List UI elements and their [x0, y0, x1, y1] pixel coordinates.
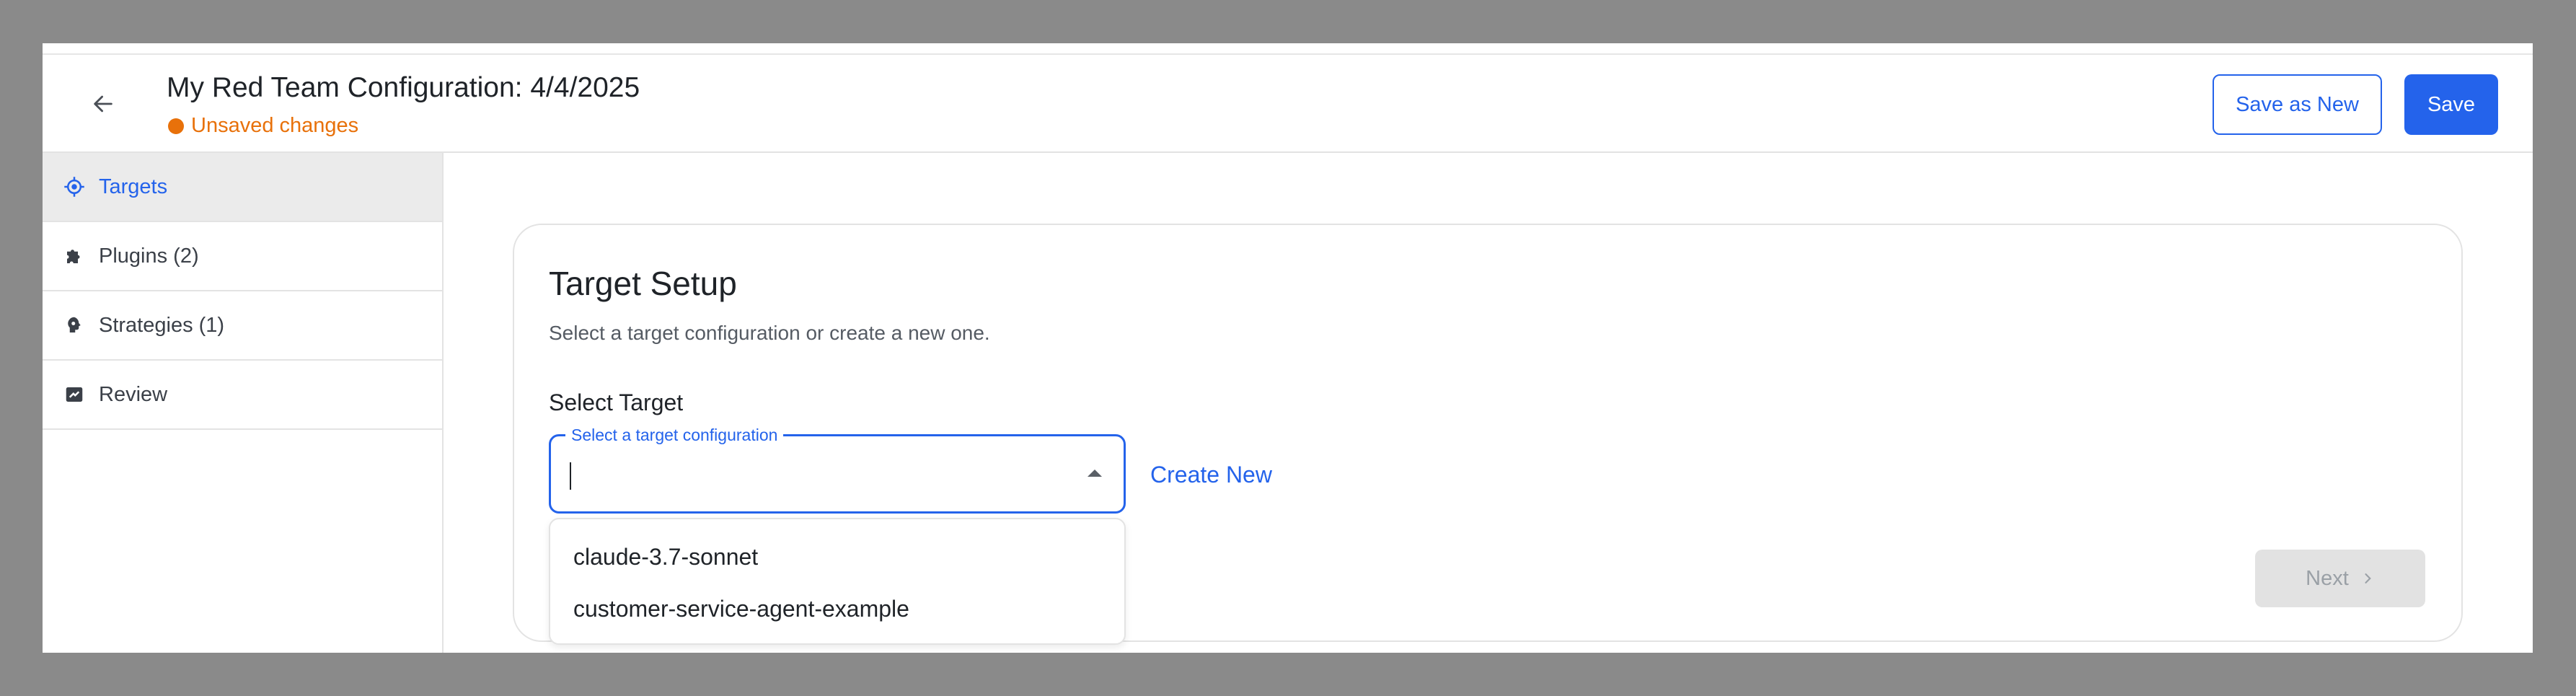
- sidebar: Targets Plugins (2) Strategies (1) Revie…: [43, 153, 444, 653]
- next-button[interactable]: Next: [2255, 550, 2425, 607]
- sidebar-item-label: Targets: [99, 175, 168, 198]
- sidebar-item-targets[interactable]: Targets: [43, 153, 442, 222]
- dropdown-option[interactable]: customer-service-agent-example: [550, 583, 1124, 635]
- save-as-new-button[interactable]: Save as New: [2213, 74, 2382, 135]
- status-text: Unsaved changes: [191, 114, 359, 137]
- target-select-input[interactable]: Select a target configuration: [549, 426, 1126, 514]
- app-window: My Red Team Configuration: 4/4/2025 Unsa…: [43, 43, 2533, 653]
- save-button[interactable]: Save: [2404, 74, 2498, 135]
- card-subtitle: Select a target configuration or create …: [549, 322, 990, 344]
- sidebar-item-review[interactable]: Review: [43, 361, 442, 430]
- select-floating-label: Select a target configuration: [565, 426, 784, 445]
- create-new-link[interactable]: Create New: [1150, 462, 1272, 488]
- page-title: My Red Team Configuration: 4/4/2025: [167, 72, 640, 103]
- text-cursor: [570, 462, 571, 490]
- target-options-dropdown: claude-3.7-sonnet customer-service-agent…: [549, 518, 1126, 645]
- brain-icon: [61, 312, 87, 338]
- page-header: My Red Team Configuration: 4/4/2025 Unsa…: [43, 55, 2533, 153]
- back-button[interactable]: [80, 81, 126, 127]
- select-target-label: Select Target: [549, 389, 684, 415]
- puzzle-icon: [61, 243, 87, 269]
- sidebar-item-label: Plugins (2): [99, 244, 199, 268]
- status-dot-icon: [168, 118, 184, 134]
- chevron-right-icon: [2360, 571, 2375, 586]
- unsaved-status: Unsaved changes: [168, 114, 358, 138]
- card-title: Target Setup: [549, 265, 737, 302]
- sidebar-item-plugins[interactable]: Plugins (2): [43, 222, 442, 291]
- sidebar-item-label: Strategies (1): [99, 313, 225, 337]
- review-icon: [61, 382, 87, 408]
- target-setup-card: Target Setup Select a target configurati…: [513, 224, 2463, 645]
- next-label: Next: [2306, 566, 2349, 590]
- arrow-left-icon: [94, 95, 113, 113]
- chevron-up-icon[interactable]: [1088, 470, 1102, 477]
- dropdown-option[interactable]: claude-3.7-sonnet: [550, 531, 1124, 583]
- sidebar-item-strategies[interactable]: Strategies (1): [43, 291, 442, 361]
- sidebar-item-label: Review: [99, 382, 168, 406]
- target-icon: [61, 174, 87, 200]
